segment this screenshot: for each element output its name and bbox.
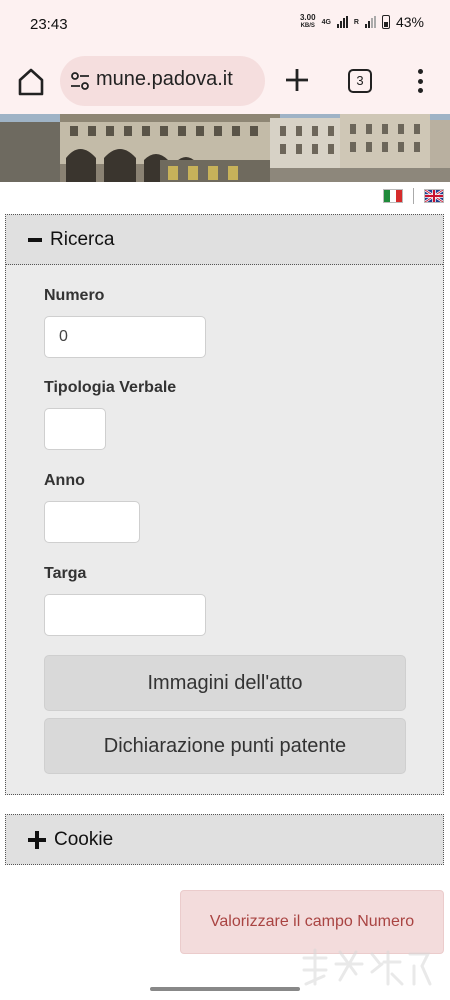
- cookie-panel-header[interactable]: Cookie: [6, 815, 443, 864]
- alert-message: Valorizzare il campo Numero: [209, 913, 415, 930]
- roaming-label: R: [353, 18, 359, 26]
- italian-flag-icon[interactable]: [383, 189, 403, 203]
- plus-icon: [28, 830, 46, 849]
- tune-icon[interactable]: [70, 71, 90, 91]
- tab-switcher-button[interactable]: 3: [348, 69, 372, 93]
- ricerca-panel-header[interactable]: Ricerca: [6, 215, 443, 265]
- new-tab-icon: [286, 69, 308, 91]
- minus-icon: [28, 237, 42, 242]
- anno-label: Anno: [44, 472, 85, 489]
- cookie-panel: Cookie: [5, 814, 444, 865]
- url-text[interactable]: mune.padova.it: [96, 68, 233, 91]
- ricerca-title: Ricerca: [50, 228, 115, 250]
- gesture-navigation-bar[interactable]: [150, 987, 300, 991]
- status-bar: 23:43 3.00 KB/S 4G R 43%: [0, 0, 450, 52]
- dichiarazione-punti-button[interactable]: Dichiarazione punti patente: [44, 718, 406, 774]
- signal-icon: [336, 16, 348, 28]
- battery-percent: 43%: [395, 14, 424, 30]
- more-vert-icon[interactable]: [410, 66, 430, 96]
- signal-secondary-icon: [364, 16, 376, 28]
- tipologia-verbale-label: Tipologia Verbale: [44, 379, 177, 396]
- battery-icon: [381, 15, 390, 29]
- immagini-atto-button[interactable]: Immagini dell'atto: [44, 655, 406, 711]
- watermark-logo: [302, 948, 432, 986]
- numero-label: Numero: [44, 287, 105, 304]
- network-speed: 3.00 KB/S: [299, 13, 316, 30]
- status-indicators: 3.00 KB/S 4G R 43%: [299, 13, 424, 31]
- language-selector: [383, 188, 444, 204]
- flag-divider: [413, 188, 414, 204]
- network-type-label: 4G: [321, 18, 331, 26]
- header-banner-image: [0, 114, 450, 182]
- home-icon: [18, 68, 44, 96]
- english-flag-icon[interactable]: [424, 189, 444, 203]
- numero-input[interactable]: 0: [44, 316, 206, 358]
- targa-label: Targa: [44, 565, 87, 582]
- anno-input[interactable]: [44, 501, 140, 543]
- ricerca-panel: Ricerca Numero 0 Tipologia Verbale Anno …: [5, 214, 444, 795]
- browser-toolbar: mune.padova.it 3: [0, 52, 450, 114]
- tipologia-verbale-input[interactable]: [44, 408, 106, 450]
- targa-input[interactable]: [44, 594, 206, 636]
- home-button[interactable]: [14, 65, 48, 99]
- address-bar[interactable]: mune.padova.it: [60, 56, 265, 106]
- cookie-title: Cookie: [54, 828, 114, 850]
- new-tab-button[interactable]: [282, 65, 312, 95]
- status-time: 23:43: [30, 16, 68, 33]
